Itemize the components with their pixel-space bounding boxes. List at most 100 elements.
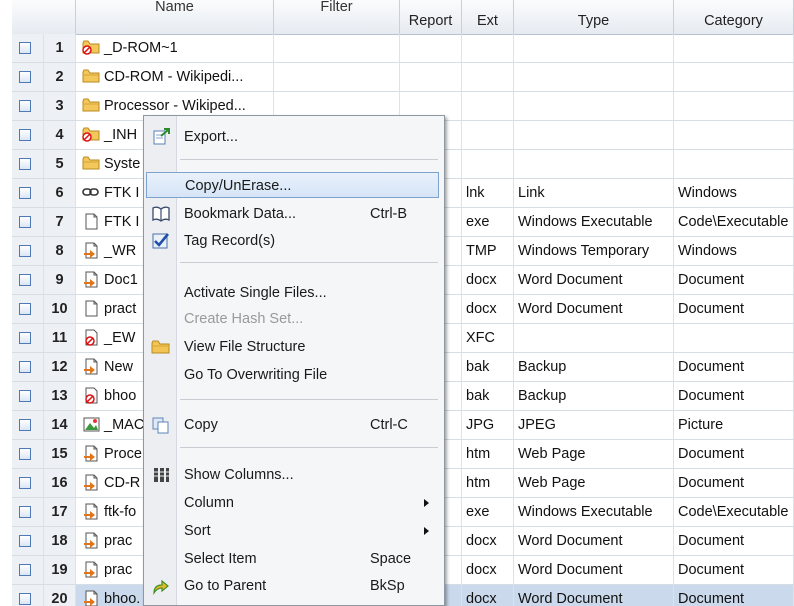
menu-label-copy-unerase: Copy/UnErase... — [185, 178, 292, 194]
row-checkbox[interactable] — [19, 245, 31, 257]
row-checkbox[interactable] — [19, 593, 31, 605]
menu-item-export[interactable]: Export... — [144, 124, 444, 150]
menu-item-view-file-structure[interactable]: View File Structure — [144, 334, 444, 360]
type-cell — [514, 121, 674, 149]
row-number: 19 — [44, 556, 76, 584]
file-name-cell[interactable]: CD-ROM - Wikipedi... — [76, 63, 274, 91]
category-cell: Document — [674, 353, 794, 381]
file-name-cell[interactable]: _D-ROM~1 — [76, 34, 274, 62]
menu-separator — [180, 447, 438, 448]
ext-cell: TMP — [462, 237, 514, 265]
category-cell: Document — [674, 556, 794, 584]
columns-icon — [154, 468, 169, 482]
menu-item-copy-unerase[interactable]: Copy/UnErase... — [146, 172, 439, 198]
row-checkbox[interactable] — [19, 506, 31, 518]
row-checkbox[interactable] — [19, 129, 31, 141]
menu-item-column[interactable]: Column — [144, 490, 444, 516]
deleted-file-icon — [85, 387, 98, 404]
row-checkbox-cell — [12, 34, 44, 62]
row-checkbox[interactable] — [19, 332, 31, 344]
type-cell: Word Document — [514, 527, 674, 555]
menu-item-go-to-parent[interactable]: Go to Parent BkSp — [144, 573, 444, 599]
file-arrow-icon — [84, 532, 98, 549]
row-number: 1 — [44, 34, 76, 62]
menu-label-view-file-structure: View File Structure — [184, 339, 306, 355]
row-checkbox[interactable] — [19, 419, 31, 431]
category-cell: Document — [674, 585, 794, 606]
folder-icon — [82, 69, 100, 83]
folder-icon — [82, 156, 100, 170]
table-row[interactable]: 2 CD-ROM - Wikipedi... — [12, 63, 794, 92]
ext-cell: docx — [462, 295, 514, 323]
row-checkbox[interactable] — [19, 274, 31, 286]
filter-cell — [274, 63, 400, 91]
submenu-arrow-icon — [424, 527, 429, 535]
menu-item-tag-records[interactable]: Tag Record(s) — [144, 228, 444, 254]
context-menu: Export... Copy/UnErase... Bookmark Data.… — [143, 115, 445, 606]
category-cell — [674, 150, 794, 178]
row-number: 4 — [44, 121, 76, 149]
ext-cell: docx — [462, 585, 514, 606]
row-checkbox[interactable] — [19, 216, 31, 228]
category-cell: Document — [674, 266, 794, 294]
shortcut-ctrl-b: Ctrl-B — [370, 206, 408, 222]
menu-item-select-item[interactable]: Select Item Space — [144, 546, 444, 572]
report-cell — [400, 34, 462, 62]
row-checkbox[interactable] — [19, 390, 31, 402]
menu-item-sort[interactable]: Sort — [144, 518, 444, 544]
menu-label-activate-single-files: Activate Single Files... — [184, 285, 327, 301]
ext-cell: docx — [462, 266, 514, 294]
menu-label-select-item: Select Item — [184, 551, 257, 567]
row-checkbox[interactable] — [19, 303, 31, 315]
menu-item-activate-single-files[interactable]: Activate Single Files... — [144, 280, 444, 306]
copy-icon — [152, 417, 169, 434]
folder-icon — [82, 98, 100, 112]
row-checkbox[interactable] — [19, 71, 31, 83]
header-type[interactable]: Type — [514, 0, 674, 34]
row-number: 14 — [44, 411, 76, 439]
menu-item-copy[interactable]: Copy Ctrl-C — [144, 412, 444, 438]
type-cell — [514, 34, 674, 62]
row-number: 16 — [44, 469, 76, 497]
category-cell — [674, 324, 794, 352]
menu-item-bookmark-data[interactable]: Bookmark Data... Ctrl-B — [144, 201, 444, 227]
row-number: 18 — [44, 527, 76, 555]
category-cell: Code\Executable — [674, 498, 794, 526]
type-cell: Word Document — [514, 585, 674, 606]
file-name: pract — [104, 301, 137, 317]
header-filter[interactable]: Filter — [274, 0, 400, 34]
row-checkbox[interactable] — [19, 564, 31, 576]
header-report[interactable]: Report — [400, 0, 462, 34]
row-checkbox-cell — [12, 353, 44, 381]
row-checkbox[interactable] — [19, 361, 31, 373]
menu-label-column: Column — [184, 495, 234, 511]
file-name: prac — [104, 533, 133, 549]
row-number: 10 — [44, 295, 76, 323]
checkbox-checked-icon — [152, 233, 170, 249]
header-category[interactable]: Category — [674, 0, 794, 34]
row-checkbox[interactable] — [19, 100, 31, 112]
type-cell: JPEG — [514, 411, 674, 439]
ext-cell: htm — [462, 469, 514, 497]
row-checkbox[interactable] — [19, 448, 31, 460]
row-checkbox-cell — [12, 208, 44, 236]
type-cell: Backup — [514, 382, 674, 410]
row-checkbox-cell — [12, 179, 44, 207]
header-name[interactable]: Name — [76, 0, 274, 34]
ext-cell: docx — [462, 556, 514, 584]
ext-cell: lnk — [462, 179, 514, 207]
row-checkbox-cell — [12, 411, 44, 439]
row-checkbox[interactable] — [19, 477, 31, 489]
row-checkbox[interactable] — [19, 187, 31, 199]
table-row[interactable]: 1 _D-ROM~1 — [12, 34, 794, 63]
menu-item-show-columns[interactable]: Show Columns... — [144, 462, 444, 488]
file-name: _WR — [104, 243, 137, 259]
category-cell: Picture — [674, 411, 794, 439]
row-checkbox[interactable] — [19, 535, 31, 547]
row-checkbox[interactable] — [19, 158, 31, 170]
row-number: 13 — [44, 382, 76, 410]
header-ext[interactable]: Ext — [462, 0, 514, 34]
row-checkbox[interactable] — [19, 42, 31, 54]
menu-item-go-to-overwriting-file[interactable]: Go To Overwriting File — [144, 362, 444, 388]
header-checkbox-column — [12, 0, 76, 34]
